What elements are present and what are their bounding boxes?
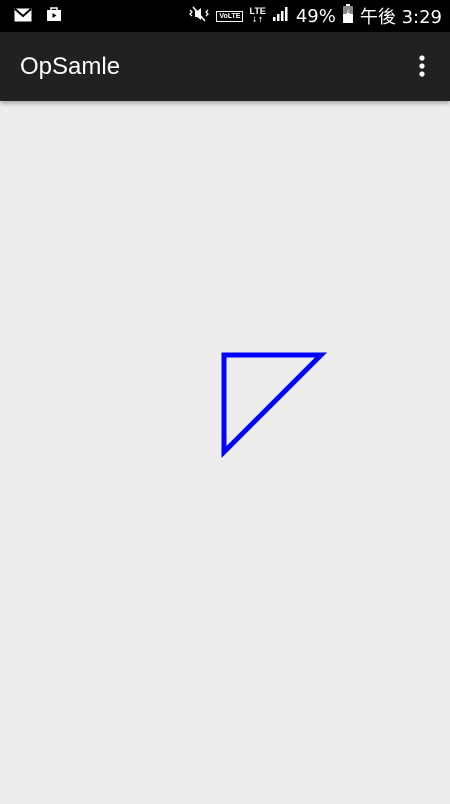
vibrate-mute-icon (188, 5, 210, 27)
clock: 午後 3:29 (359, 7, 442, 28)
gmail-icon (14, 7, 32, 26)
battery-percent: 49% (295, 5, 336, 27)
notification-icons (14, 6, 62, 26)
system-icons: VoLTE LTE ↓↑ 49% 午後 3:29 (188, 0, 442, 32)
lte-indicator: LTE ↓↑ (249, 7, 265, 25)
app-title: OpSamle (20, 53, 121, 80)
volte-icon: VoLTE (216, 10, 244, 22)
app-bar: OpSamle (0, 32, 450, 101)
battery-icon (342, 4, 354, 28)
lte-label: LTE (249, 6, 266, 16)
more-vert-icon[interactable] (410, 52, 434, 80)
status-bar: VoLTE LTE ↓↑ 49% 午後 3:29 (0, 0, 450, 32)
data-arrows-icon: ↓↑ (251, 16, 264, 24)
store-bag-icon (46, 6, 62, 26)
triangle-shape (221, 352, 328, 459)
signal-icon (272, 6, 290, 26)
drawing-canvas (0, 101, 450, 800)
